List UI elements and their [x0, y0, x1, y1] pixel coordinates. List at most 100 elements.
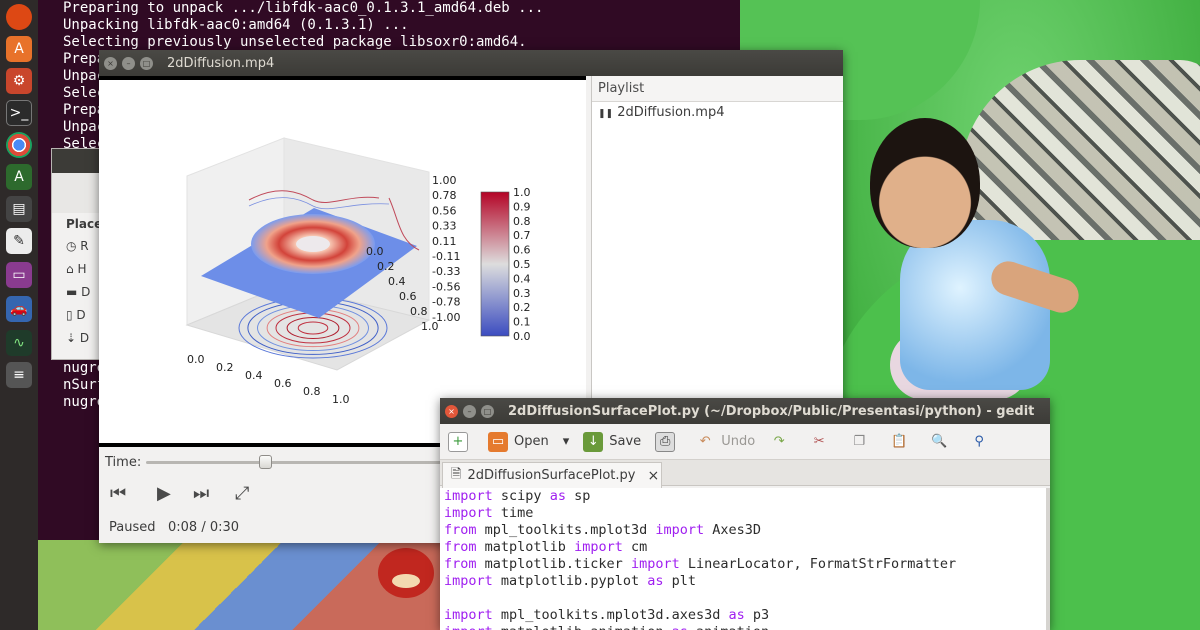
minimize-icon[interactable]: – — [122, 56, 135, 70]
playlist-item[interactable]: ❚❚ 2dDiffusion.mp4 — [592, 102, 843, 125]
tab-close-icon[interactable]: × — [647, 468, 659, 484]
tab-document[interactable]: 🗎 2dDiffusionSurfacePlot.py × — [442, 462, 662, 488]
text-file-icon: 🗎 — [451, 466, 462, 482]
sidebar-item-downloads[interactable]: ⇣ D — [52, 327, 100, 350]
minimize-icon[interactable]: – — [463, 404, 476, 418]
sidebar-item-recent[interactable]: ◷ R — [52, 235, 100, 258]
video-frame[interactable]: 0.0 0.2 0.4 0.6 0.8 1.0 1.0 0.8 0.6 0.4 0.2 0.0 1.… — [99, 76, 586, 447]
z-axis-ticks: 1.00 0.78 0.56 0.33 0.11 -0.11 -0.33 -0.56 -0.78… — [432, 174, 460, 324]
terminal-line: Preparing to unpack .../libfdk-aac0_0.1.… — [63, 0, 544, 16]
y-tick-label: 0.8 — [410, 305, 428, 318]
save-button[interactable]: ↓ Save — [583, 431, 641, 452]
editor-scrollbar[interactable] — [1046, 488, 1050, 630]
copy-button[interactable]: ❐ — [849, 432, 875, 452]
terminal-line: Selecting previously unselected package … — [63, 34, 527, 50]
maximize-icon[interactable]: □ — [481, 404, 494, 418]
gedit-window[interactable]: × – □ 2dDiffusionSurfacePlot.py (~/Dropb… — [440, 398, 1050, 630]
colorbar-tick-label: 1.0 — [513, 186, 531, 199]
z-tick-label: -0.11 — [432, 250, 460, 263]
play-icon[interactable]: ▶ — [157, 483, 171, 504]
colorbar-tick-label: 0.4 — [513, 272, 531, 285]
surface-plot: 0.0 0.2 0.4 0.6 0.8 1.0 1.0 0.8 0.6 0.4 0.2 0.0 1.… — [185, 137, 531, 406]
redo-button[interactable]: ↷ — [769, 432, 795, 452]
fullscreen-icon[interactable]: ⤢ — [235, 483, 249, 504]
print-button[interactable]: ⎙ — [655, 431, 681, 452]
sidebar-item-home[interactable]: ⌂ H — [52, 258, 100, 281]
terminal-line: nugre — [63, 360, 106, 376]
colorbar-tick-label: 0.5 — [513, 258, 531, 271]
car-app-icon[interactable]: 🚗 — [6, 296, 32, 322]
z-tick-label: 0.33 — [432, 220, 457, 233]
updater-icon[interactable]: A — [6, 164, 32, 190]
paste-icon: 📋 — [891, 434, 908, 449]
colorbar-tick-label: 0.1 — [513, 316, 531, 329]
text-editor-icon[interactable]: ✎ — [6, 228, 32, 254]
colorbar-tick-label: 0.8 — [513, 215, 531, 228]
code-line: from matplotlib import cm — [444, 539, 648, 555]
file-manager-titlebar[interactable] — [52, 149, 100, 173]
terminal-icon[interactable]: >_ — [6, 100, 32, 126]
colorbar-tick-label: 0.2 — [513, 301, 531, 314]
player-title: 2dDiffusion.mp4 — [167, 55, 275, 71]
playlist-item-label: 2dDiffusion.mp4 — [617, 105, 725, 120]
z-tick-label: -0.56 — [432, 280, 460, 293]
playlist-header: Playlist — [592, 76, 843, 102]
x-tick-label: 0.4 — [245, 369, 263, 382]
z-tick-label: 0.11 — [432, 235, 457, 248]
open-recent-dropdown[interactable]: ▾ — [563, 434, 570, 449]
software-center-icon[interactable]: A — [6, 36, 32, 62]
replace-button[interactable]: ⚲ — [969, 432, 995, 452]
code-line: import matplotlib.animation as animation — [444, 624, 1042, 630]
child-head — [870, 118, 980, 248]
colorbar-tick-label: 0.3 — [513, 287, 531, 300]
colorbar-tick-label: 0.9 — [513, 200, 531, 213]
colorbar-tick-label: 0.6 — [513, 244, 531, 257]
colorbar-tick-label: 0.0 — [513, 330, 531, 343]
colorbar-ticks: 1.00.9 0.80.7 0.60.50.4 0.30.2 0.10.0 — [513, 186, 531, 343]
gedit-titlebar[interactable]: × – □ 2dDiffusionSurfacePlot.py (~/Dropb… — [440, 398, 1050, 424]
redo-icon: ↷ — [773, 434, 785, 449]
x-tick-label: 0.0 — [187, 353, 205, 366]
previous-icon[interactable]: ⏮ — [110, 483, 126, 504]
player-titlebar[interactable]: × – □ 2dDiffusion.mp4 — [99, 50, 843, 76]
sidebar-item-desktop[interactable]: ▬ D — [52, 281, 100, 304]
system-monitor-icon[interactable]: ∿ — [6, 330, 32, 356]
close-icon[interactable]: × — [445, 404, 458, 418]
open-button[interactable]: ▭ Open — [488, 431, 549, 452]
gedit-title: 2dDiffusionSurfacePlot.py (~/Dropbox/Pub… — [508, 403, 1035, 419]
file-manager-toolbar — [52, 173, 100, 213]
close-icon[interactable]: × — [104, 56, 117, 70]
colorbar — [480, 191, 510, 337]
terminal-line: nugre — [63, 394, 106, 410]
seek-handle[interactable] — [258, 455, 272, 469]
new-document-button[interactable]: + — [448, 431, 474, 452]
x-tick-label: 1.0 — [332, 393, 350, 406]
sidebar-item-documents[interactable]: ▯ D — [52, 304, 100, 327]
video-editor-icon[interactable]: ▤ — [6, 196, 32, 222]
code-line: from matplotlib.ticker import LinearLoca… — [444, 556, 957, 572]
paste-button[interactable]: 📋 — [889, 432, 915, 452]
maximize-icon[interactable]: □ — [140, 56, 153, 70]
code-editor[interactable]: import scipy as sp import time from mpl_to… — [440, 488, 1046, 630]
cut-button[interactable]: ✂ — [809, 432, 835, 452]
playlist-panel[interactable]: Playlist ❚❚ 2dDiffusion.mp4 — [591, 76, 843, 447]
y-tick-label: 0.6 — [399, 290, 417, 303]
new-document-icon: + — [448, 431, 468, 452]
find-button[interactable]: 🔍 — [929, 432, 955, 452]
ubuntu-dash-icon[interactable] — [6, 4, 32, 30]
next-icon[interactable]: ⏭ — [193, 483, 209, 504]
workspace-switcher-icon[interactable]: ≡ — [6, 362, 32, 388]
seek-slider[interactable] — [146, 455, 466, 469]
file-manager-window[interactable]: Place ◷ R ⌂ H ▬ D ▯ D ⇣ D — [51, 148, 102, 360]
code-line: import mpl_toolkits.mplot3d.axes3d as p3 — [444, 607, 770, 623]
chrome-icon[interactable] — [6, 132, 32, 158]
media-player-icon[interactable]: ▭ — [6, 262, 32, 288]
undo-button[interactable]: ↶ Undo — [695, 432, 755, 452]
scissors-icon: ✂ — [813, 434, 825, 449]
z-tick-label: -1.00 — [432, 311, 460, 324]
colorbar-tick-label: 0.7 — [513, 229, 531, 242]
system-settings-icon[interactable]: ⚙ — [6, 68, 32, 94]
z-tick-label: -0.33 — [432, 265, 460, 278]
save-icon: ↓ — [583, 431, 604, 452]
dropdown-arrow-icon: ▾ — [562, 434, 570, 449]
